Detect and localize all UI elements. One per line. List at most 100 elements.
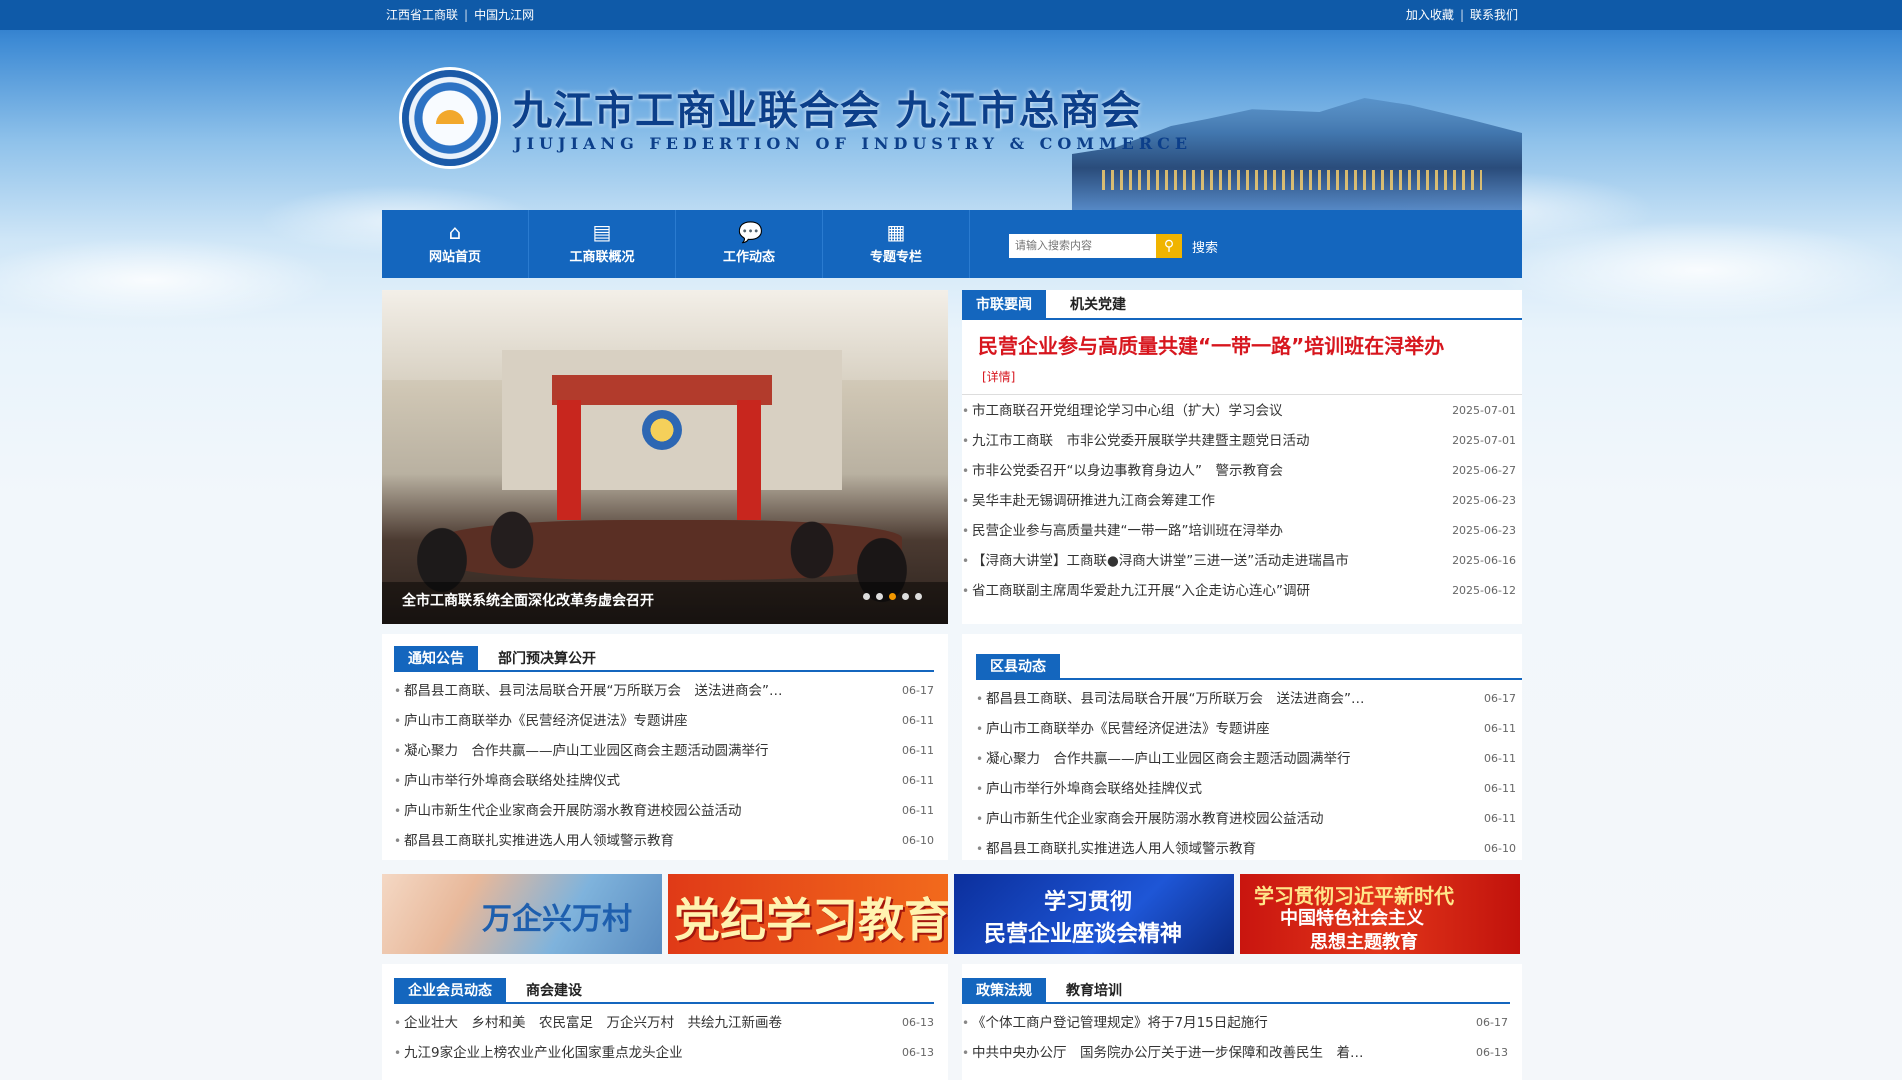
list-item[interactable]: • 市工商联召开党组理论学习中心组（扩大）学习会议 2025-07-01 (962, 396, 1516, 426)
tab-notice[interactable]: 通知公告 (394, 646, 478, 672)
news-tabs: 市联要闻 机关党建 (962, 290, 1522, 320)
slide-caption[interactable]: 全市工商联系统全面深化改革务虚会召开 (402, 590, 654, 610)
list-item[interactable]: • 都昌县工商联、县司法局联合开展“万所联万会 送法进商会”… 06-17 (976, 684, 1516, 714)
bullet: • (962, 524, 970, 538)
slider-dot[interactable] (915, 593, 922, 600)
ad-banner-symposium[interactable]: 学习贯彻 民营企业座谈会精神 (954, 874, 1234, 954)
printer-icon: ▦ (886, 220, 906, 244)
ad-banner-discipline[interactable]: 党纪学习教育 (668, 874, 948, 954)
ad-banner-thought-education[interactable]: 学习贯彻习近平新时代 中国特色社会主义 思想主题教育 (1240, 874, 1520, 954)
tab-party-building[interactable]: 机关党建 (1056, 290, 1140, 320)
bullet: • (394, 834, 402, 848)
list-item[interactable]: • 九江市工商联 市非公党委开展联学共建暨主题党日活动 2025-07-01 (962, 426, 1516, 456)
ad-text: 思想主题教育 (1310, 932, 1418, 953)
nav-label: 工作动态 (722, 250, 775, 265)
ad-banner-wanqi[interactable]: 万企兴万村 (382, 874, 662, 954)
tab-budget[interactable]: 部门预决算公开 (484, 646, 610, 672)
item-title: 都昌县工商联、县司法局联合开展“万所联万会 送法进商会”… (404, 683, 783, 699)
list-item[interactable]: • 庐山市举行外埠商会联络处挂牌仪式 06-11 (394, 766, 934, 796)
list-item[interactable]: • 凝心聚力 合作共赢——庐山工业园区商会主题活动圆满举行 06-11 (394, 736, 934, 766)
bullet: • (962, 404, 970, 418)
contact-us-link[interactable]: 联系我们 (1470, 8, 1518, 22)
item-date: 06-13 (1476, 1046, 1508, 1059)
item-title: 凝心聚力 合作共赢——庐山工业园区商会主题活动圆满举行 (986, 751, 1351, 767)
list-item[interactable]: • 都昌县工商联、县司法局联合开展“万所联万会 送法进商会”… 06-17 (394, 676, 934, 706)
list-item[interactable]: • 庐山市工商联举办《民营经济促进法》专题讲座 06-11 (394, 706, 934, 736)
list-item[interactable]: • 市非公党委召开“以身边事教育身边人” 警示教育会 2025-06-27 (962, 456, 1516, 486)
search-input[interactable] (1009, 234, 1156, 258)
tab-chamber-building[interactable]: 商会建设 (512, 978, 596, 1004)
chat-icon: 💬 (738, 220, 763, 244)
list-item[interactable]: • 都昌县工商联扎实推进选人用人领域警示教育 06-10 (976, 834, 1516, 864)
nav-overview[interactable]: ▤ 工商联概况 (529, 210, 676, 278)
item-date: 06-11 (902, 714, 934, 727)
tab-city-news[interactable]: 市联要闻 (962, 290, 1046, 320)
item-date: 06-11 (902, 774, 934, 787)
item-title: 凝心聚力 合作共赢——庐山工业园区商会主题活动圆满举行 (404, 743, 769, 759)
item-date: 06-13 (902, 1046, 934, 1059)
ad-text: 学习贯彻 (1044, 889, 1133, 915)
item-title: 庐山市工商联举办《民营经济促进法》专题讲座 (986, 721, 1270, 737)
item-date: 06-11 (902, 744, 934, 757)
member-panel: 企业会员动态 商会建设 • 企业壮大 乡村和美 农民富足 万企兴万村 共绘九江新画… (382, 964, 948, 1080)
list-item[interactable]: • 九江9家企业上榜农业产业化国家重点龙头企业 06-13 (394, 1038, 934, 1068)
news-panel: 市联要闻 机关党建 民营企业参与高质量共建“一带一路”培训班在浔举办 [详情] … (962, 290, 1522, 624)
item-title: 庐山市工商联举办《民营经济促进法》专题讲座 (404, 713, 688, 729)
slider-dot[interactable] (876, 593, 883, 600)
tab-policy[interactable]: 政策法规 (962, 978, 1046, 1004)
home-icon: ⌂ (448, 220, 462, 244)
headline-more-link[interactable]: [详情] (982, 368, 1015, 385)
federation-logo[interactable] (402, 70, 498, 166)
item-title: 都昌县工商联扎实推进选人用人领域警示教育 (986, 841, 1256, 857)
list-item[interactable]: • 《个体工商户登记管理规定》将于7月15日起施行 06-17 (962, 1008, 1508, 1038)
nav-work-news[interactable]: 💬 工作动态 (676, 210, 823, 278)
slider-dot-active[interactable] (889, 593, 896, 600)
list-item[interactable]: • 中共中央办公厅 国务院办公厅关于进一步保障和改善民生 着… 06-13 (962, 1038, 1508, 1068)
item-date: 06-11 (1484, 752, 1516, 765)
item-date: 06-11 (1484, 722, 1516, 735)
list-item[interactable]: • 吴华丰赴无锡调研推进九江商会筹建工作 2025-06-23 (962, 486, 1516, 516)
item-date: 06-13 (902, 1016, 934, 1029)
list-item[interactable]: • 【浔商大讲堂】工商联●浔商大讲堂”三进一送”活动走进瑞昌市 2025-06-16 (962, 546, 1516, 576)
tab-member-news[interactable]: 企业会员动态 (394, 978, 506, 1004)
headline-title[interactable]: 民营企业参与高质量共建“一带一路”培训班在浔举办 (978, 330, 1444, 359)
image-slider[interactable]: 全市工商联系统全面深化改革务虚会召开 (382, 290, 948, 624)
nav-special[interactable]: ▦ 专题专栏 (823, 210, 970, 278)
link-jiangxi-fic[interactable]: 江西省工商联 (386, 8, 458, 22)
slider-dot[interactable] (863, 593, 870, 600)
list-item[interactable]: • 企业壮大 乡村和美 农民富足 万企兴万村 共绘九江新画卷 06-13 (394, 1008, 934, 1038)
tab-education[interactable]: 教育培训 (1052, 978, 1136, 1004)
item-title: 九江市工商联 市非公党委开展联学共建暨主题党日活动 (972, 433, 1310, 449)
item-title: 庐山市举行外埠商会联络处挂牌仪式 (404, 773, 620, 789)
tab-county-news[interactable]: 区县动态 (976, 654, 1060, 680)
divider (962, 394, 1522, 395)
item-date: 06-17 (902, 684, 934, 697)
member-list: • 企业壮大 乡村和美 农民富足 万企兴万村 共绘九江新画卷 06-13 • 九江9家… (394, 1008, 934, 1068)
nav-label: 工商联概况 (569, 250, 635, 265)
slider-dot[interactable] (902, 593, 909, 600)
item-date: 06-11 (1484, 812, 1516, 825)
list-item[interactable]: • 都昌县工商联扎实推进选人用人领域警示教育 06-10 (394, 826, 934, 856)
list-item[interactable]: • 省工商联副主席周华爱赴九江开展“入企走访心连心”调研 2025-06-12 (962, 576, 1516, 606)
nav-home[interactable]: ⌂ 网站首页 (382, 210, 529, 278)
list-item[interactable]: • 庐山市新生代企业家商会开展防溺水教育进校园公益活动 06-11 (976, 804, 1516, 834)
search-button[interactable]: ⚲ (1156, 234, 1182, 258)
bullet: • (394, 714, 402, 728)
list-item[interactable]: • 民营企业参与高质量共建“一带一路”培训班在浔举办 2025-06-23 (962, 516, 1516, 546)
search-text-link[interactable]: 搜索 (1192, 237, 1218, 256)
bullet: • (976, 752, 984, 766)
list-item[interactable]: • 庐山市举行外埠商会联络处挂牌仪式 06-11 (976, 774, 1516, 804)
list-item[interactable]: • 凝心聚力 合作共赢——庐山工业园区商会主题活动圆满举行 06-11 (976, 744, 1516, 774)
item-date: 06-17 (1476, 1016, 1508, 1029)
item-title: 【浔商大讲堂】工商联●浔商大讲堂”三进一送”活动走进瑞昌市 (972, 553, 1349, 569)
list-item[interactable]: • 庐山市工商联举办《民营经济促进法》专题讲座 06-11 (976, 714, 1516, 744)
separator: | (1459, 8, 1464, 22)
item-date: 2025-06-16 (1452, 554, 1516, 567)
nav-label: 专题专栏 (869, 250, 922, 265)
link-jiujiang-net[interactable]: 中国九江网 (474, 8, 534, 22)
item-date: 2025-06-23 (1452, 524, 1516, 537)
search-icon: ⚲ (1163, 238, 1175, 254)
add-favorite-link[interactable]: 加入收藏 (1406, 8, 1454, 22)
ad-text: 党纪学习教育 (674, 893, 948, 947)
list-item[interactable]: • 庐山市新生代企业家商会开展防溺水教育进校园公益活动 06-11 (394, 796, 934, 826)
